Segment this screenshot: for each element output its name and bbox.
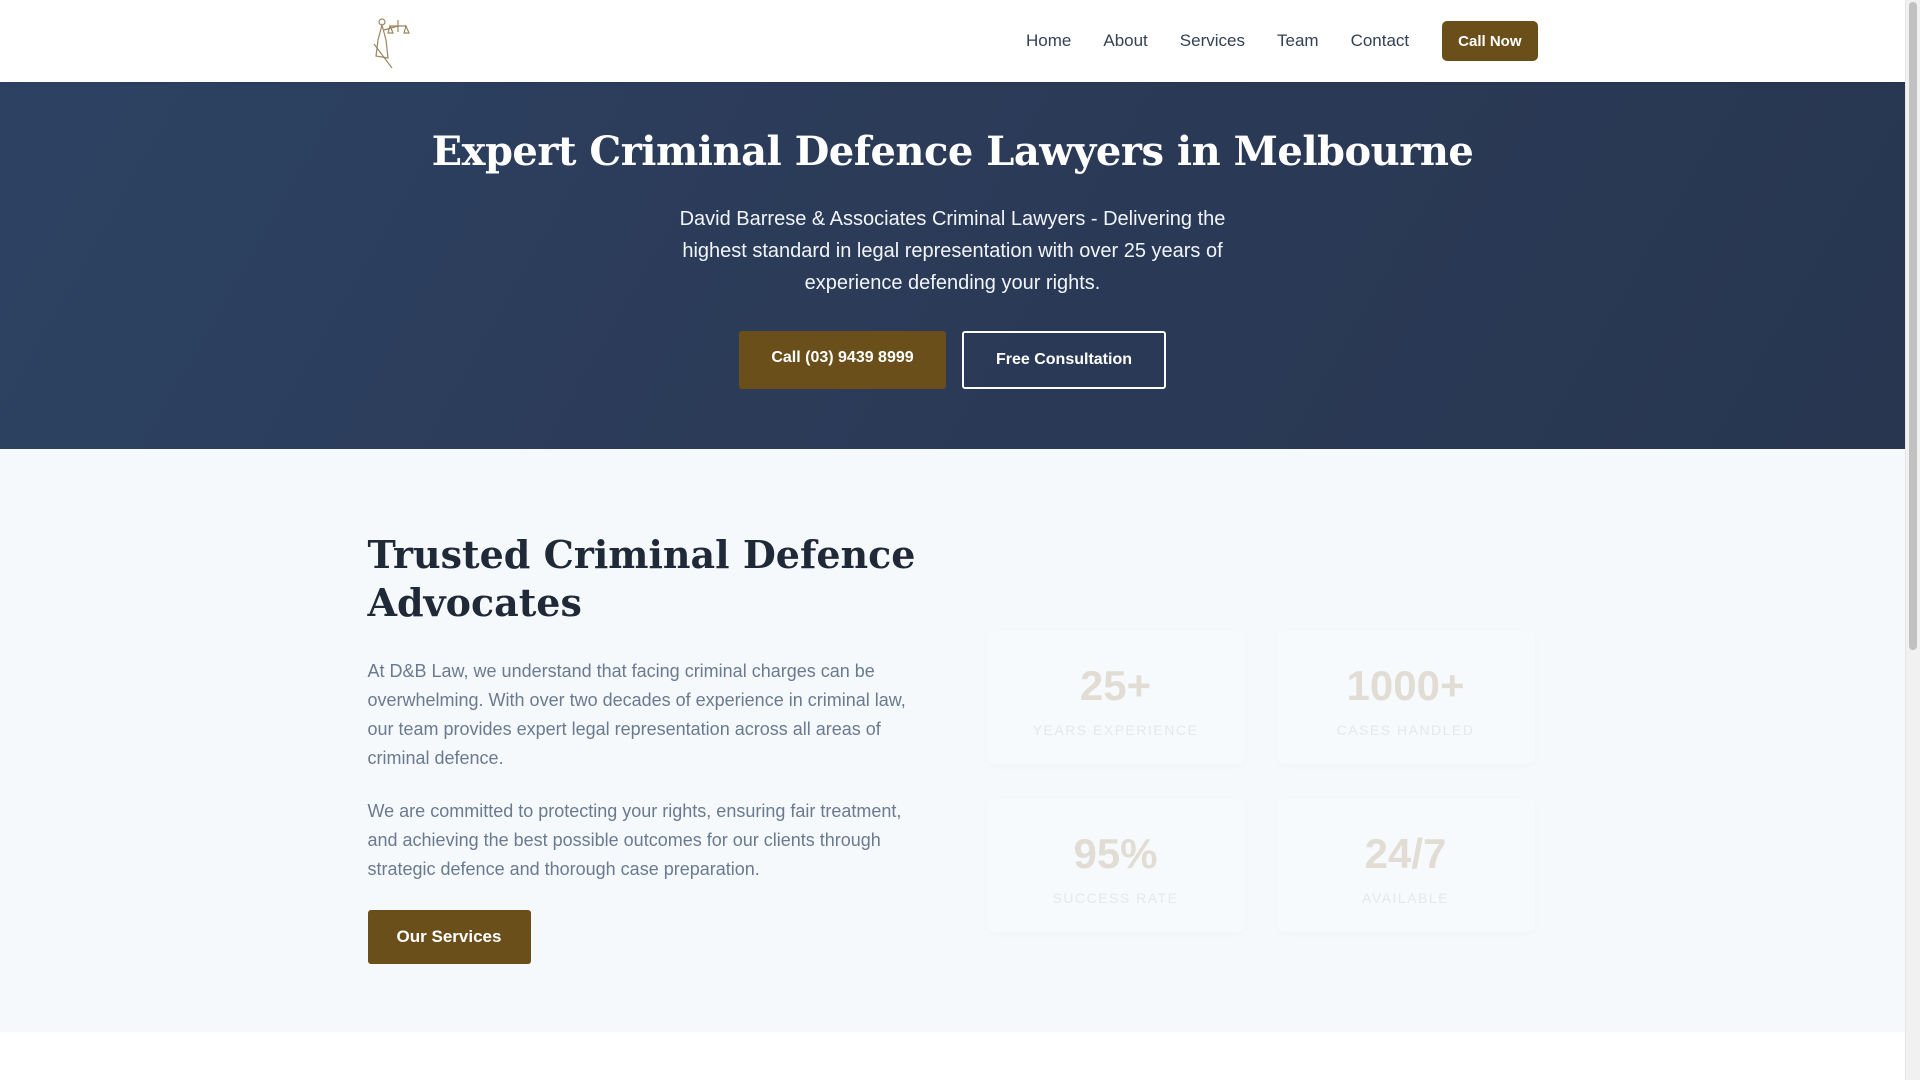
call-now-button[interactable]: Call Now <box>1442 21 1538 61</box>
call-phone-button[interactable]: Call (03) 9439 8999 <box>739 331 946 389</box>
stat-value: 24/7 <box>1364 830 1447 877</box>
stats-grid: 25+ YEARS EXPERIENCE 1000+ CASES HANDLED 9… <box>986 630 1535 932</box>
stat-card: 24/7 AVAILABLE <box>1276 798 1535 932</box>
stat-label: SUCCESS RATE <box>1052 890 1179 906</box>
free-consultation-button[interactable]: Free Consultation <box>962 331 1166 389</box>
stat-card: 95% SUCCESS RATE <box>986 798 1245 932</box>
about-paragraph: We are committed to protecting your righ… <box>367 801 902 879</box>
stat-value: 1000+ <box>1346 662 1465 709</box>
stat-value: 25+ <box>1079 662 1152 709</box>
hero-title: Expert Criminal Defence Lawyers in Melbo… <box>431 128 1474 175</box>
site-header: Home About Services Team Contact Call No… <box>0 0 1905 82</box>
nav-contact[interactable]: Contact <box>1351 31 1410 51</box>
hero-subtitle: David Barrese & Associates Criminal Lawy… <box>679 208 1226 294</box>
stat-card: 1000+ CASES HANDLED <box>1276 630 1535 764</box>
about-section: Trusted Criminal Defence Advocates At D&… <box>0 449 1905 1032</box>
stat-card: 25+ YEARS EXPERIENCE <box>986 630 1245 764</box>
main-nav: Home About Services Team Contact Call No… <box>994 21 1538 61</box>
scrollbar[interactable] <box>1905 0 1920 1080</box>
scrollbar-thumb[interactable] <box>1909 2 1917 650</box>
nav-services[interactable]: Services <box>1180 31 1245 51</box>
nav-team[interactable]: Team <box>1277 31 1319 51</box>
about-paragraph: At D&B Law, we understand that facing cr… <box>367 661 906 768</box>
page: Home About Services Team Contact Call No… <box>0 0 1905 1080</box>
nav-home[interactable]: Home <box>1026 31 1071 51</box>
about-title: Trusted Criminal Defence Advocates <box>367 532 916 625</box>
nav-about[interactable]: About <box>1103 31 1147 51</box>
stat-label: AVAILABLE <box>1362 890 1449 906</box>
hero-section: Expert Criminal Defence Lawyers in Melbo… <box>0 82 1905 449</box>
lady-justice-logo-icon[interactable] <box>368 14 412 68</box>
next-section <box>0 1032 1905 1080</box>
stat-label: CASES HANDLED <box>1336 722 1475 738</box>
stat-label: YEARS EXPERIENCE <box>1032 722 1199 738</box>
our-services-button[interactable]: Our Services <box>367 910 531 964</box>
stat-value: 95% <box>1073 830 1158 877</box>
